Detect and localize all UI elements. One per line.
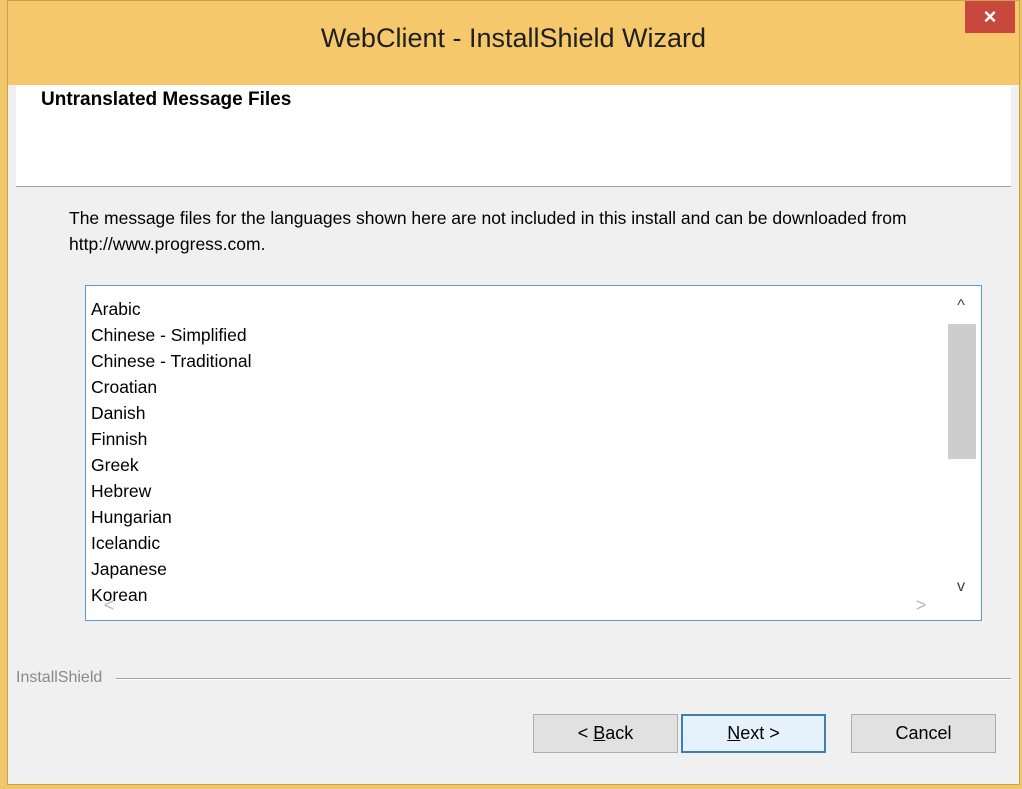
languages-list: Arabic Chinese - Simplified Chinese - Tr… xyxy=(91,296,252,608)
installer-window: WebClient - InstallShield Wizard × Untra… xyxy=(7,0,1020,785)
languages-listbox[interactable]: Arabic Chinese - Simplified Chinese - Tr… xyxy=(85,285,982,621)
back-button-label: ack xyxy=(605,723,634,743)
list-item[interactable]: Greek xyxy=(91,452,252,478)
close-button[interactable]: × xyxy=(965,1,1015,33)
list-item[interactable]: Chinese - Traditional xyxy=(91,348,252,374)
back-button-mnemonic: B xyxy=(593,723,606,743)
description-text: The message files for the languages show… xyxy=(69,208,907,254)
list-item[interactable]: Croatian xyxy=(91,374,252,400)
back-button-prefix: < xyxy=(577,723,594,743)
cancel-button-label: Cancel xyxy=(895,723,952,743)
list-item[interactable]: Icelandic xyxy=(91,530,252,556)
footer-divider xyxy=(116,678,1011,680)
title-bar[interactable]: WebClient - InstallShield Wizard × xyxy=(8,1,1019,85)
close-icon: × xyxy=(983,4,997,29)
list-item[interactable]: Finnish xyxy=(91,426,252,452)
list-item[interactable]: Danish xyxy=(91,400,252,426)
next-button-mnemonic: N xyxy=(727,723,741,743)
next-button[interactable]: Next > xyxy=(681,714,826,753)
wizard-client-area: Untranslated Message Files The message f… xyxy=(16,85,1011,778)
list-item[interactable]: Hungarian xyxy=(91,504,252,530)
page-title: Untranslated Message Files xyxy=(41,89,292,110)
scroll-left-icon[interactable]: < xyxy=(94,590,124,620)
vertical-scrollbar[interactable]: ^ v xyxy=(946,294,976,599)
back-button[interactable]: < Back xyxy=(533,714,678,753)
list-item[interactable]: Hebrew xyxy=(91,478,252,504)
cancel-button[interactable]: Cancel xyxy=(851,714,996,753)
vertical-scroll-thumb[interactable] xyxy=(948,324,976,459)
wizard-header: Untranslated Message Files xyxy=(16,85,1011,187)
list-item[interactable]: Japanese xyxy=(91,556,252,582)
installshield-brand-label: InstallShield xyxy=(16,669,103,686)
list-item[interactable]: Chinese - Simplified xyxy=(91,322,252,348)
horizontal-scrollbar[interactable]: < > xyxy=(86,590,981,620)
scroll-up-icon[interactable]: ^ xyxy=(946,294,976,318)
scroll-right-icon[interactable]: > xyxy=(906,590,936,620)
window-title: WebClient - InstallShield Wizard xyxy=(320,23,707,53)
next-button-label: ext > xyxy=(740,723,780,743)
list-item[interactable]: Arabic xyxy=(91,296,252,322)
